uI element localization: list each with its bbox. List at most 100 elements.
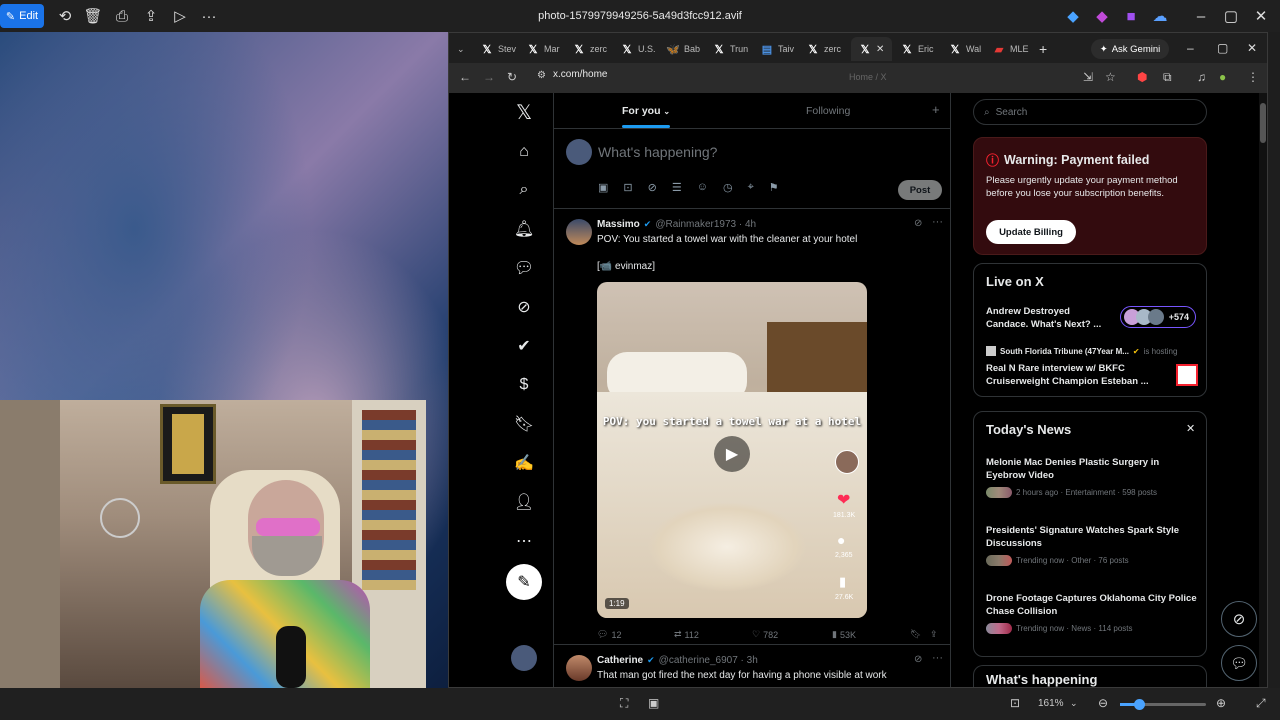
grok-icon[interactable]: ⊘	[648, 181, 657, 194]
zoom-in-icon[interactable]: ⊕	[1216, 696, 1226, 710]
tray-app-icon-3[interactable]: ■	[1116, 3, 1146, 29]
live-item-title[interactable]: Andrew Destroyed Candace. What's Next? .…	[986, 305, 1114, 331]
tab-close-icon[interactable]: ✕	[876, 44, 884, 55]
zoom-level[interactable]: 161%	[1038, 698, 1064, 709]
media-icon[interactable]: ♫	[1197, 70, 1206, 84]
compose-post-button[interactable]: ✎	[506, 564, 542, 600]
grok-icon[interactable]: ⊘	[513, 296, 535, 318]
search-icon[interactable]: ⌕	[513, 179, 535, 201]
filmstrip-icon[interactable]: ▣	[648, 696, 659, 710]
more-icon[interactable]: ⋯	[513, 530, 535, 552]
post-button[interactable]: Post	[898, 180, 942, 200]
maximize-icon[interactable]: ▢	[1216, 3, 1246, 29]
grok-fab-icon[interactable]: ⊘	[1221, 601, 1257, 637]
tweet[interactable]: Catherine ✔ @catherine_6907 · 3h ⊘ ··· T…	[554, 645, 950, 687]
browser-tab[interactable]: 𝕏 Eric	[901, 37, 934, 61]
update-billing-button[interactable]: Update Billing	[986, 220, 1076, 244]
tab-following[interactable]: Following	[806, 105, 850, 117]
scrollbar[interactable]	[1259, 93, 1267, 687]
reply-button[interactable]: 💬︎ 12	[597, 629, 621, 640]
notifications-icon[interactable]: 🔔︎	[513, 218, 535, 240]
browser-tab[interactable]: 𝕏 U.S.	[621, 37, 656, 61]
profile-icon[interactable]: 👤︎	[513, 491, 535, 513]
tray-app-icon-1[interactable]: ◆	[1058, 3, 1088, 29]
location-icon[interactable]: ⌖	[748, 181, 754, 194]
tab-list-button[interactable]: ⌄	[457, 37, 465, 61]
zoom-slider[interactable]	[1120, 699, 1206, 710]
messages-fab-icon[interactable]: 💬︎	[1221, 645, 1257, 681]
fit-icon[interactable]: ⊡	[1010, 696, 1020, 710]
grok-icon[interactable]: ⊘	[914, 218, 922, 229]
add-tab-icon[interactable]: +	[932, 102, 940, 117]
reload-icon[interactable]: ↻	[507, 70, 517, 84]
browser-tab-active[interactable]: 𝕏 ✕	[851, 37, 893, 61]
grok-icon[interactable]: ⊘	[914, 654, 922, 665]
back-icon[interactable]: ←	[459, 70, 471, 84]
live-item-title[interactable]: Real N Rare interview w/ BKFC Cruiserwei…	[986, 362, 1164, 388]
more-options-icon[interactable]: ···	[932, 216, 943, 228]
site-info-icon[interactable]: ⚙	[537, 70, 546, 81]
adblock-icon[interactable]: ⬢	[1137, 70, 1147, 84]
flag-icon[interactable]: ⚑	[769, 181, 779, 194]
ask-gemini-button[interactable]: ✦ Ask Gemini	[1091, 39, 1169, 59]
x-logo-icon[interactable]: 𝕏	[513, 101, 535, 124]
tweet-video[interactable]: POV: you started a towel war at a hotel …	[597, 282, 867, 618]
forward-icon[interactable]: →	[483, 70, 495, 84]
close-icon[interactable]: ✕	[1186, 422, 1195, 435]
views-button[interactable]: ▮ 53K	[832, 629, 856, 640]
browser-tab[interactable]: 𝕏 Wal	[949, 37, 982, 61]
share-button[interactable]: ⇪	[930, 629, 938, 640]
money-icon[interactable]: $	[513, 374, 535, 396]
profile-avatar-icon[interactable]: ●	[1219, 70, 1226, 84]
image-icon[interactable]: ▣	[598, 181, 608, 194]
install-icon[interactable]: ⇲	[1083, 70, 1093, 84]
gif-icon[interactable]: ⊡	[623, 181, 632, 194]
poll-icon[interactable]: ☰	[672, 181, 682, 194]
live-participants[interactable]: +574	[1120, 306, 1196, 328]
schedule-icon[interactable]: ◷	[723, 181, 733, 194]
home-icon[interactable]: ⌂	[513, 141, 535, 163]
search-input[interactable]: ⌕ Search	[973, 99, 1207, 125]
news-item[interactable]: Melonie Mac Denies Plastic Surgery in Ey…	[986, 456, 1186, 498]
tray-app-icon-2[interactable]: ◆	[1087, 3, 1117, 29]
news-item[interactable]: Presidents' Signature Watches Spark Styl…	[986, 524, 1206, 566]
avatar[interactable]	[566, 655, 592, 681]
crop-icon[interactable]: ⛶	[620, 696, 628, 711]
browser-menu-icon[interactable]: ⋮	[1247, 70, 1259, 84]
chevron-down-icon[interactable]: ⌄	[1070, 698, 1078, 709]
avatar[interactable]	[566, 219, 592, 245]
bookmarks-icon[interactable]: 🔖︎	[513, 413, 535, 435]
browser-tab[interactable]: 𝕏zerc	[807, 37, 841, 61]
tweet[interactable]: Massimo ✔ @Rainmaker1973 · 4h ⊘ ··· POV:…	[554, 209, 950, 645]
repost-button[interactable]: ⇄ 112	[674, 629, 699, 640]
browser-minimize-icon[interactable]: –	[1187, 41, 1194, 55]
more-options-icon[interactable]: ···	[932, 652, 943, 664]
minimize-icon[interactable]: –	[1186, 3, 1216, 29]
cloud-icon[interactable]: ☁	[1145, 3, 1175, 29]
articles-icon[interactable]: ✍	[513, 452, 535, 474]
browser-tab[interactable]: 🦋 Bab	[666, 37, 700, 61]
bookmark-star-icon[interactable]: ☆	[1105, 70, 1116, 84]
like-button[interactable]: ♡ 782	[752, 629, 778, 640]
verified-icon[interactable]: ✔	[513, 335, 535, 357]
zoom-slider-thumb[interactable]	[1134, 699, 1145, 710]
browser-close-icon[interactable]: ✕	[1247, 41, 1257, 55]
tab-for-you[interactable]: For you ⌄	[622, 105, 670, 117]
news-item[interactable]: Drone Footage Captures Oklahoma City Pol…	[986, 592, 1206, 634]
url-field[interactable]: x.com/home	[553, 69, 607, 80]
browser-tab[interactable]: 𝕏 Trun	[713, 37, 749, 61]
browser-tab[interactable]: 𝕏 Mar	[527, 37, 560, 61]
browser-tab[interactable]: ▤ Taiv	[761, 37, 794, 61]
messages-icon[interactable]: 💬︎	[513, 257, 535, 279]
zoom-out-icon[interactable]: ⊖	[1098, 696, 1108, 710]
close-icon[interactable]: ✕	[1246, 3, 1276, 29]
bookmark-button[interactable]: 🔖︎	[910, 629, 921, 640]
browser-maximize-icon[interactable]: ▢	[1217, 41, 1228, 55]
compose-input[interactable]: What's happening?	[598, 144, 717, 160]
browser-tab[interactable]: 𝕏zerc	[573, 37, 607, 61]
live-thumbnail[interactable]	[1176, 364, 1198, 386]
browser-tab[interactable]: ▰ MLE	[993, 37, 1029, 61]
account-avatar[interactable]	[511, 645, 537, 671]
emoji-icon[interactable]: ☺	[697, 181, 708, 194]
fullscreen-icon[interactable]: ⤢	[1256, 696, 1266, 711]
